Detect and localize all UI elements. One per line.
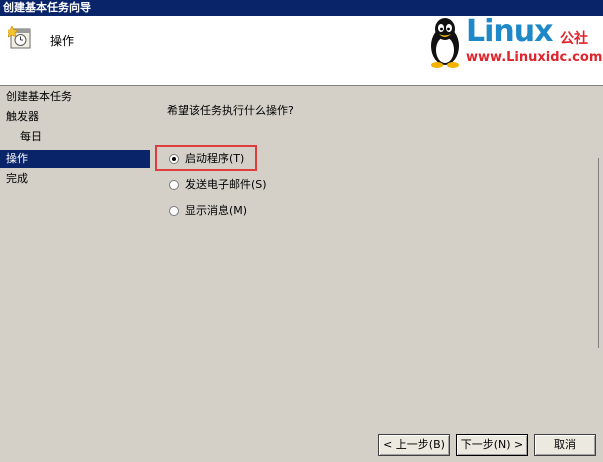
radio-send-email-label: 发送电子邮件(S)	[185, 178, 267, 191]
watermark-brand: Linux	[466, 14, 553, 49]
next-button[interactable]: 下一步(N) >	[456, 434, 528, 456]
radio-start-program[interactable]: 启动程序(T)	[169, 151, 244, 167]
step-finish[interactable]: 完成	[0, 170, 150, 188]
radio-show-message[interactable]: 显示消息(M)	[169, 203, 247, 219]
radio-send-email[interactable]: 发送电子邮件(S)	[169, 177, 267, 193]
radio-button[interactable]	[169, 180, 179, 190]
back-button[interactable]: < 上一步(B)	[378, 434, 450, 456]
radio-button-checked[interactable]	[169, 154, 179, 164]
action-question: 希望该任务执行什么操作?	[167, 104, 294, 117]
page-title: 操作	[50, 34, 75, 48]
right-edge-line	[598, 158, 603, 348]
wizard-header: 操作 Linux 公社 www.Linuxidc.com	[0, 14, 603, 86]
wizard-window: 创建基本任务向导 操作 Linux 公社 www.Linuxidc.com 创建…	[0, 0, 603, 462]
step-trigger[interactable]: 触发器	[0, 108, 150, 126]
task-clock-icon	[5, 25, 34, 51]
step-create-basic-task[interactable]: 创建基本任务	[0, 88, 150, 106]
watermark-url: www.Linuxidc.com	[466, 50, 603, 65]
step-daily[interactable]: 每日	[0, 128, 150, 146]
watermark-suffix: 公社	[560, 31, 588, 47]
cancel-button[interactable]: 取消	[534, 434, 596, 456]
linuxidc-watermark: Linux 公社 www.Linuxidc.com	[426, 14, 603, 71]
wizard-content: 希望该任务执行什么操作? 启动程序(T) 发送电子邮件(S) 显示消息(M)	[155, 86, 603, 426]
radio-start-program-label: 启动程序(T)	[185, 152, 245, 165]
step-action[interactable]: 操作	[0, 150, 150, 168]
penguin-logo-icon	[431, 18, 459, 68]
radio-show-message-label: 显示消息(M)	[185, 204, 248, 217]
radio-button[interactable]	[169, 206, 179, 216]
wizard-steps-sidebar: 创建基本任务 触发器 每日 操作 完成	[0, 86, 155, 426]
